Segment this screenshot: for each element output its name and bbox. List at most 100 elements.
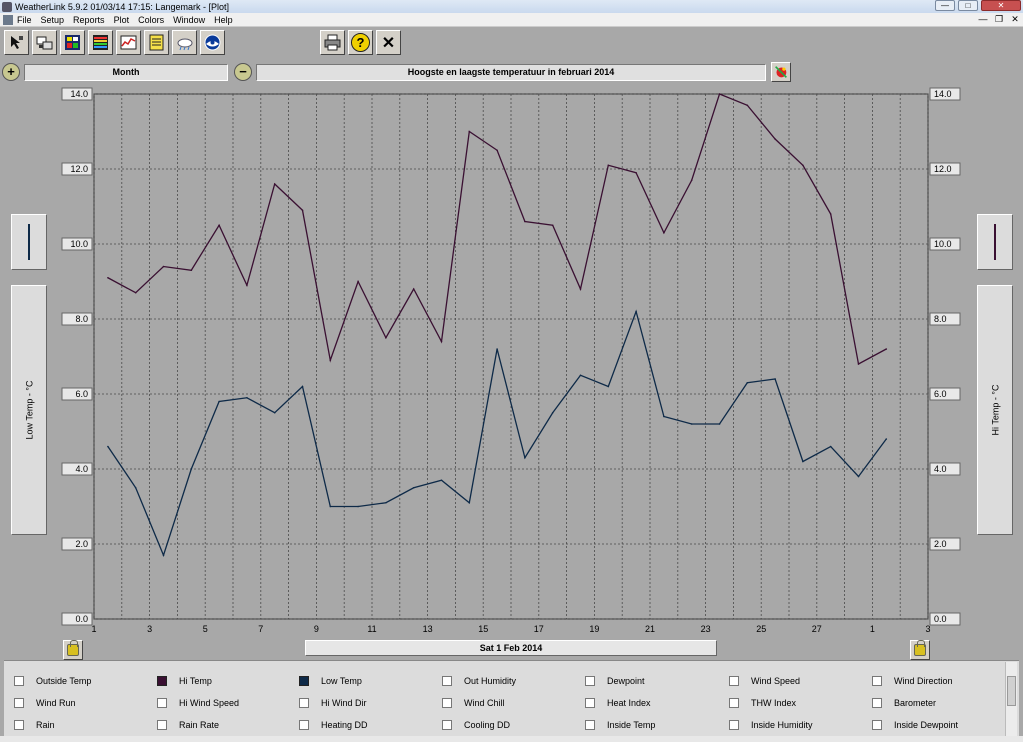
help-button[interactable]: ? (348, 30, 373, 55)
mdi-restore-button[interactable]: ❐ (993, 14, 1005, 25)
noaa-button[interactable] (172, 30, 197, 55)
x-tick-label: 3 (925, 624, 930, 634)
period-field[interactable]: Month (24, 64, 228, 81)
horizontal-scrollbar[interactable] (0, 736, 1023, 742)
checkbox-hi-wind-speed[interactable] (157, 698, 167, 708)
bulletin-button[interactable] (60, 30, 85, 55)
menu-file[interactable]: File (17, 15, 32, 25)
legend-item-rain[interactable]: Rain (14, 718, 55, 732)
legend-item-heat-index[interactable]: Heat Index (585, 696, 651, 710)
legend-item-wind-direction[interactable]: Wind Direction (872, 674, 953, 688)
legend-item-low-temp[interactable]: Low Temp (299, 674, 362, 688)
legend-item-hi-wind-dir[interactable]: Hi Wind Dir (299, 696, 367, 710)
low-temp-point (524, 456, 526, 459)
close-plot-button[interactable]: ✕ (376, 30, 401, 55)
checkbox-wind-direction[interactable] (872, 676, 882, 686)
legend-scrollbar[interactable] (1005, 662, 1017, 736)
y-tick-label-left: 4.0 (75, 464, 88, 474)
legend-item-thw-index[interactable]: THW Index (729, 696, 796, 710)
legend-label: Barometer (894, 698, 937, 708)
print-button[interactable] (320, 30, 345, 55)
checkbox-inside-humidity[interactable] (729, 720, 739, 730)
y-tick-label-right: 0.0 (934, 614, 947, 624)
checkbox-heating-dd[interactable] (299, 720, 309, 730)
checkbox-hi-temp[interactable] (157, 676, 167, 686)
low-temp-point (829, 445, 832, 448)
checkbox-out-humidity[interactable] (442, 676, 452, 686)
checkbox-wind-speed[interactable] (729, 676, 739, 686)
legend-item-heating-dd[interactable]: Heating DD (299, 718, 368, 732)
menu-plot[interactable]: Plot (114, 15, 130, 25)
menu-window[interactable]: Window (173, 15, 205, 25)
mdi-minimize-button[interactable]: — (977, 14, 989, 25)
maximize-button[interactable]: □ (958, 0, 978, 11)
legend-item-inside-dewpoint[interactable]: Inside Dewpoint (872, 718, 958, 732)
y-tick-label-right: 10.0 (934, 239, 952, 249)
low-temp-point (551, 411, 554, 414)
legend-label: Outside Temp (36, 676, 92, 686)
legend-item-wind-run[interactable]: Wind Run (14, 696, 76, 710)
close-icon: ✕ (381, 34, 396, 52)
checkbox-rain[interactable] (14, 720, 24, 730)
legend-item-out-humidity[interactable]: Out Humidity (442, 674, 516, 688)
plot-color-button[interactable] (771, 62, 791, 82)
hi-temp-point (107, 276, 109, 279)
legend-item-hi-temp[interactable]: Hi Temp (157, 674, 212, 688)
menu-setup[interactable]: Setup (41, 15, 65, 25)
checkbox-wind-run[interactable] (14, 698, 24, 708)
hi-temp-point (412, 288, 415, 290)
summary-button[interactable] (88, 30, 113, 55)
legend-item-cooling-dd[interactable]: Cooling DD (442, 718, 510, 732)
legend-item-barometer[interactable]: Barometer (872, 696, 936, 710)
menu-help[interactable]: Help (214, 15, 233, 25)
low-temp-point (218, 400, 220, 403)
legend-item-outside-temp[interactable]: Outside Temp (14, 674, 91, 688)
legend-item-dewpoint[interactable]: Dewpoint (585, 674, 645, 688)
legend-item-wind-speed[interactable]: Wind Speed (729, 674, 800, 688)
minimize-button[interactable]: — (935, 0, 955, 11)
station-status-button[interactable] (32, 30, 57, 55)
checkbox-inside-dewpoint[interactable] (872, 720, 882, 730)
legend-item-rain-rate[interactable]: Rain Rate (157, 718, 219, 732)
checkbox-inside-temp[interactable] (585, 720, 595, 730)
toolbar: ? ✕ (0, 28, 1023, 58)
left-lock-button[interactable] (63, 640, 83, 660)
noaa-reports-button[interactable] (200, 30, 225, 55)
checkbox-thw-index[interactable] (729, 698, 739, 708)
zoom-out-button[interactable]: − (234, 63, 252, 81)
checkbox-low-temp[interactable] (299, 676, 309, 686)
date-label[interactable]: Sat 1 Feb 2014 (305, 640, 717, 656)
legend-item-hi-wind-speed[interactable]: Hi Wind Speed (157, 696, 239, 710)
plot-title-field[interactable]: Hoogste en laagste temperatuur in februa… (256, 64, 766, 81)
notes-button[interactable] (144, 30, 169, 55)
checkbox-hi-wind-dir[interactable] (299, 698, 309, 708)
low-temp-point (190, 468, 193, 470)
menu-reports[interactable]: Reports (73, 15, 105, 25)
close-window-button[interactable]: ✕ (981, 0, 1021, 11)
legend-item-inside-humidity[interactable]: Inside Humidity (729, 718, 813, 732)
checkbox-heat-index[interactable] (585, 698, 595, 708)
select-station-button[interactable] (4, 30, 29, 55)
checkbox-wind-chill[interactable] (442, 698, 452, 708)
checkbox-outside-temp[interactable] (14, 676, 24, 686)
printer-icon (324, 34, 341, 51)
legend-item-wind-chill[interactable]: Wind Chill (442, 696, 505, 710)
hi-temp-point (246, 284, 248, 287)
legend-label: Wind Speed (751, 676, 801, 686)
mdi-close-button[interactable]: ✕ (1009, 14, 1021, 25)
checkbox-barometer[interactable] (872, 698, 882, 708)
scrollbar-thumb[interactable] (1007, 676, 1016, 706)
checkbox-cooling-dd[interactable] (442, 720, 452, 730)
x-tick-label: 21 (645, 624, 655, 634)
checkbox-rain-rate[interactable] (157, 720, 167, 730)
menu-colors[interactable]: Colors (138, 15, 164, 25)
window-controls: — □ ✕ (935, 0, 1021, 11)
strip-chart-button[interactable] (116, 30, 141, 55)
mdi-child-icon[interactable] (3, 14, 13, 25)
checkbox-dewpoint[interactable] (585, 676, 595, 686)
low-temp-point (412, 486, 415, 489)
low-temp-point (802, 460, 804, 463)
zoom-in-button[interactable]: + (2, 63, 20, 81)
legend-item-inside-temp[interactable]: Inside Temp (585, 718, 655, 732)
right-lock-button[interactable] (910, 640, 930, 660)
